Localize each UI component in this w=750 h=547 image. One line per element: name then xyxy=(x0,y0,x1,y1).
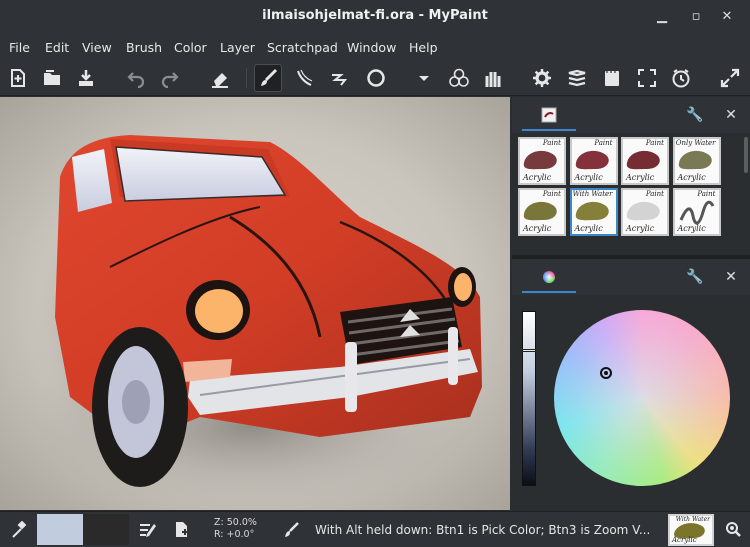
brush-label: Acrylic xyxy=(626,224,655,233)
menu-layer[interactable]: Layer xyxy=(220,40,255,55)
tab-brushes[interactable] xyxy=(522,101,576,131)
color-picker-marker-dot xyxy=(604,371,608,375)
brush-item[interactable]: Paint Acrylic xyxy=(518,137,566,185)
brush-label: Acrylic xyxy=(574,173,603,182)
menu-view[interactable]: View xyxy=(82,40,112,55)
brush-tag: With Water xyxy=(572,190,613,198)
dropdown-icon[interactable] xyxy=(410,64,438,92)
menu-color[interactable]: Color xyxy=(174,40,207,55)
brush-tag: Paint xyxy=(542,190,561,198)
window-title: ilmaisohjelmat-fi.ora - MyPaint xyxy=(262,8,488,23)
menu-edit[interactable]: Edit xyxy=(45,40,69,55)
zoom-rotation-readout: Z: 50.0% R: +0.0° xyxy=(214,517,257,541)
freehand-brush-icon[interactable] xyxy=(254,64,282,92)
color-mixer-icon[interactable] xyxy=(445,64,473,92)
redo-icon[interactable] xyxy=(156,64,184,92)
brush-picker-icon[interactable] xyxy=(724,520,742,542)
drawing-canvas[interactable] xyxy=(0,97,510,510)
color-panel-options-icon[interactable]: 🔧 xyxy=(686,268,704,286)
status-message: With Alt held down: Btn1 is Pick Color; … xyxy=(315,523,651,537)
menu-brush[interactable]: Brush xyxy=(126,40,162,55)
connected-lines-icon[interactable] xyxy=(326,64,354,92)
tab-color-wheel[interactable] xyxy=(522,263,576,293)
brush-status-icon xyxy=(282,521,300,543)
brush-label: Acrylic xyxy=(626,173,655,182)
current-brush-preview[interactable]: With Water Acrylic xyxy=(668,514,714,546)
layers-icon[interactable] xyxy=(563,64,591,92)
ellipse-icon[interactable] xyxy=(362,64,390,92)
brush-tag: Only Water xyxy=(675,139,716,147)
brush-item[interactable]: With Water Acrylic xyxy=(569,188,618,236)
brush-label: Acrylic xyxy=(574,224,603,233)
main-toolbar xyxy=(0,60,750,96)
previous-color-swatch[interactable] xyxy=(83,514,129,545)
hue-saturation-wheel[interactable] xyxy=(554,310,730,486)
minimize-icon[interactable]: ▁ xyxy=(654,9,670,25)
ink-pen-icon[interactable] xyxy=(290,64,318,92)
maximize-icon[interactable]: ▫ xyxy=(688,9,704,25)
fullscreen-icon[interactable] xyxy=(633,64,661,92)
brush-item[interactable]: Paint Acrylic xyxy=(569,137,618,185)
scratchpad-icon[interactable] xyxy=(598,64,626,92)
brush-tag: Paint xyxy=(542,139,561,147)
wheel-saturation-overlay xyxy=(554,310,730,486)
brush-item[interactable]: Paint Acrylic xyxy=(621,137,669,185)
menu-window[interactable]: Window xyxy=(347,40,396,55)
current-color-swatch[interactable] xyxy=(37,514,83,545)
title-bar: ilmaisohjelmat-fi.ora - MyPaint ▁ ▫ ✕ xyxy=(0,0,750,34)
brush-tag: Paint xyxy=(594,139,613,147)
brush-tag: Paint xyxy=(645,190,664,198)
brush-groups-icon[interactable] xyxy=(479,64,507,92)
close-window-icon[interactable]: ✕ xyxy=(719,9,735,25)
brush-item[interactable]: Paint Acrylic xyxy=(621,188,669,236)
value-slider[interactable] xyxy=(522,311,536,486)
brush-label: Acrylic xyxy=(523,224,552,233)
brush-tab-icon xyxy=(541,107,557,123)
zoom-readout: Z: 50.0% xyxy=(214,517,257,528)
eraser-icon[interactable] xyxy=(206,64,234,92)
painting-artwork xyxy=(0,97,510,510)
open-document-icon[interactable] xyxy=(38,64,66,92)
brush-preview-label: Acrylic xyxy=(672,536,697,544)
brush-label: Acrylic xyxy=(523,173,552,182)
brush-tag: Paint xyxy=(697,190,716,198)
status-bar: Z: 50.0% R: +0.0° With Alt held down: Bt… xyxy=(0,511,750,547)
toolbar-separator xyxy=(246,68,247,88)
settings-icon[interactable] xyxy=(528,64,556,92)
value-slider-handle[interactable] xyxy=(522,348,536,352)
save-document-icon[interactable] xyxy=(72,64,100,92)
brush-list-scrollbar[interactable] xyxy=(744,137,748,173)
brush-panel-header: 🔧 ✕ xyxy=(512,97,750,133)
undo-icon[interactable] xyxy=(122,64,150,92)
menu-help[interactable]: Help xyxy=(409,40,438,55)
brush-panel-options-icon[interactable]: 🔧 xyxy=(686,106,704,124)
color-picker-icon[interactable] xyxy=(10,520,27,543)
brush-item[interactable]: Paint Acrylic xyxy=(518,188,566,236)
right-dock: 🔧 ✕ Paint Acrylic Paint Acrylic Paint Acrylic… xyxy=(512,97,750,510)
add-layer-icon[interactable] xyxy=(174,520,190,542)
color-panel-header: 🔧 ✕ xyxy=(512,259,750,295)
menu-file[interactable]: File xyxy=(9,40,30,55)
color-panel-close-icon[interactable]: ✕ xyxy=(722,268,740,286)
color-picker-marker[interactable] xyxy=(600,367,612,379)
color-wheel-tab-icon xyxy=(542,271,555,284)
brush-item[interactable]: Only Water Acrylic xyxy=(672,137,721,185)
brush-label: Acrylic xyxy=(677,173,706,182)
brush-tag: Paint xyxy=(645,139,664,147)
rotation-readout: R: +0.0° xyxy=(214,529,255,540)
menu-scratchpad[interactable]: Scratchpad xyxy=(267,40,338,55)
brush-panel-close-icon[interactable]: ✕ xyxy=(722,106,740,124)
brush-settings-icon[interactable] xyxy=(138,522,156,542)
brush-item[interactable]: Paint Acrylic xyxy=(672,188,721,236)
expand-icon[interactable] xyxy=(716,64,744,92)
menu-bar: File Edit View Brush Color Layer Scratch… xyxy=(0,34,750,60)
brush-list: Paint Acrylic Paint Acrylic Paint Acrylic Only… xyxy=(516,135,740,253)
history-icon[interactable] xyxy=(667,64,695,92)
new-document-icon[interactable] xyxy=(4,64,32,92)
brush-preview-tag: With Water xyxy=(675,516,710,523)
brush-label: Acrylic xyxy=(677,224,706,233)
